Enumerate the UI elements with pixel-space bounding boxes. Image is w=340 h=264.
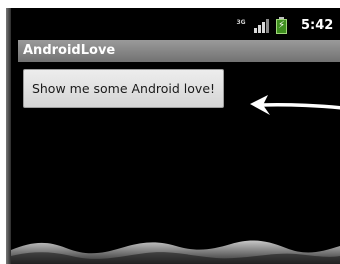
app-title: AndroidLove	[23, 43, 116, 58]
show-love-button[interactable]: Show me some Android love!	[23, 69, 224, 108]
app-title-bar: AndroidLove	[18, 40, 340, 62]
device-screen: 3G ⚡ 5:42 AndroidLove Show me some Andro…	[6, 8, 340, 264]
pointing-arrow-icon	[250, 95, 340, 115]
status-bar: 3G ⚡ 5:42	[11, 8, 340, 39]
signal-bars-icon	[254, 19, 270, 33]
status-time: 5:42	[301, 18, 334, 33]
background-wave-graphic	[11, 240, 340, 264]
battery-charging-icon: ⚡	[276, 17, 287, 34]
network-type-icon: 3G	[236, 19, 246, 26]
